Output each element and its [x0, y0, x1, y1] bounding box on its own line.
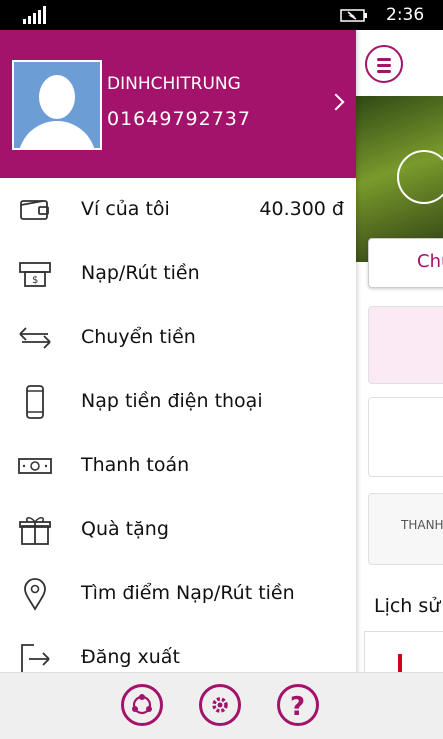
- menu-item-label: Quà tặng: [81, 518, 169, 540]
- wallet-transfer-icon: [397, 150, 443, 204]
- wallet-balance: 40.300 đ: [259, 198, 344, 220]
- transfer-arrows-icon: [19, 327, 51, 349]
- svg-text:?: ?: [290, 692, 305, 722]
- settings-button[interactable]: [199, 684, 241, 726]
- promo-card-payment[interactable]: THANH: [368, 493, 443, 565]
- menu-item-label: Ví của tôi: [81, 198, 170, 220]
- wallet-icon: [20, 200, 49, 220]
- main-content-background: Chu THANH Lịch sử •••: [356, 30, 443, 738]
- location-pin-icon: [24, 578, 46, 611]
- status-bar: 2:36: [0, 0, 443, 30]
- menu-item-label: Tìm điểm Nạp/Rút tiền: [81, 582, 295, 604]
- bottom-app-bar: ?: [0, 672, 443, 739]
- cash-terminal-icon: $: [19, 262, 51, 287]
- battery-charging-icon: [340, 9, 367, 22]
- smartphone-icon: [26, 385, 44, 419]
- question-mark-icon: ?: [290, 692, 305, 722]
- menu-item-label: Thanh toán: [81, 454, 190, 476]
- user-name: DINHCHITRUNG: [107, 74, 241, 94]
- promo-card-gift[interactable]: [368, 397, 443, 477]
- menu-item-label: Chuyển tiền: [81, 326, 196, 348]
- menu-item-label: Nạp tiền điện thoại: [81, 390, 263, 412]
- gear-icon: [212, 697, 228, 713]
- signal-strength-icon: [23, 6, 49, 24]
- menu-item-payment[interactable]: Thanh toán: [0, 434, 356, 498]
- navigation-drawer: DINHCHITRUNG 01649792737 Ví của tôi 40.3…: [0, 30, 356, 738]
- promo-card-help[interactable]: [368, 306, 443, 384]
- menu-item-topup-withdraw[interactable]: $ Nạp/Rút tiền: [0, 242, 356, 306]
- banknote-icon: [18, 458, 52, 474]
- menu-item-label: Nạp/Rút tiền: [81, 262, 200, 284]
- chevron-right-icon[interactable]: [327, 93, 345, 111]
- menu-item-transfer[interactable]: Chuyển tiền: [0, 306, 356, 370]
- help-button[interactable]: ?: [277, 684, 319, 726]
- profile-header[interactable]: DINHCHITRUNG 01649792737: [0, 30, 356, 178]
- sync-button[interactable]: [121, 684, 163, 726]
- sync-icon: [132, 694, 152, 715]
- history-heading: Lịch sử: [374, 595, 441, 617]
- hamburger-menu-button[interactable]: [365, 45, 403, 83]
- menu-item-wallet[interactable]: Ví của tôi 40.300 đ: [0, 178, 356, 242]
- menu-item-label: Đăng xuất: [81, 646, 180, 668]
- clock: 2:36: [386, 5, 425, 25]
- logout-icon: [21, 644, 50, 674]
- menu-item-gifts[interactable]: Quà tặng: [0, 498, 356, 562]
- user-phone: 01649792737: [107, 108, 251, 130]
- avatar: [12, 60, 102, 150]
- svg-text:$: $: [32, 275, 38, 286]
- menu-item-phone-topup[interactable]: Nạp tiền điện thoại: [0, 370, 356, 434]
- gift-icon: [19, 517, 51, 545]
- banner-action-button[interactable]: Chu: [368, 238, 443, 288]
- menu-item-find-location[interactable]: Tìm điểm Nạp/Rút tiền: [0, 562, 356, 626]
